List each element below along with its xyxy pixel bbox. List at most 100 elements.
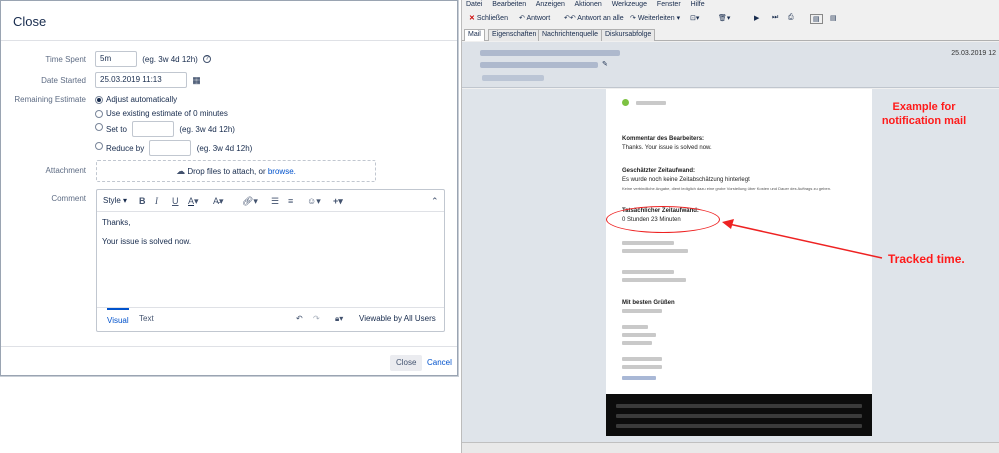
previous-icon[interactable]: ▶: [754, 14, 759, 22]
bullet-list-icon[interactable]: ☰: [271, 196, 279, 207]
redacted-line: [622, 309, 662, 313]
underline-icon[interactable]: U: [172, 196, 179, 206]
style-label: Style: [103, 196, 121, 205]
calendar-icon[interactable]: ▦: [192, 75, 201, 86]
link-icon[interactable]: 🔗︎▾: [242, 196, 258, 207]
comment-line-2: Your issue is solved now.: [102, 237, 192, 246]
subject-redacted: [480, 62, 598, 68]
comment-body: Thanks. Your issue is solved now.: [622, 145, 712, 151]
menu-fenster[interactable]: Fenster: [657, 1, 681, 8]
style-dropdown[interactable]: Style ▾: [103, 196, 127, 205]
bold-icon[interactable]: B: [139, 196, 146, 206]
radio-use-existing[interactable]: [95, 109, 103, 118]
estimate-text: Es wurde noch keine Zeitabschätzung hint…: [622, 177, 750, 183]
reduce-by-input[interactable]: [149, 140, 192, 156]
annotation-example-line1: Example for: [892, 101, 956, 113]
remaining-option-existing[interactable]: Use existing estimate of 0 minutes: [95, 109, 228, 118]
remaining-option-auto[interactable]: Adjust automatically: [95, 95, 177, 104]
more-formatting-icon[interactable]: A̶▾: [213, 196, 224, 207]
set-to-input[interactable]: [132, 121, 175, 137]
remaining-option-set[interactable]: Set to (eg. 3w 4d 12h): [95, 121, 235, 137]
close-mail-button[interactable]: ✕ Schließen: [469, 14, 508, 22]
footer-redacted: [616, 424, 862, 428]
redacted-line: [622, 357, 662, 361]
print-icon[interactable]: ⎙: [788, 14, 794, 22]
tab-nachrichtenquelle[interactable]: Nachrichtenquelle: [538, 29, 603, 41]
upload-cloud-icon: ☁: [176, 166, 186, 176]
menu-bar: Datei Bearbeiten Anzeigen Aktionen Werkz…: [462, 0, 999, 10]
mail-header: ✎ 25.03.2019 12: [462, 42, 999, 88]
cancel-button[interactable]: Cancel: [421, 355, 458, 371]
redacted-line: [622, 365, 662, 369]
view-html-icon[interactable]: ▤: [810, 14, 823, 24]
comment-line-1: Thanks,: [102, 218, 131, 227]
menu-bearbeiten[interactable]: Bearbeiten: [492, 1, 526, 8]
close-button[interactable]: Close: [390, 355, 423, 371]
tab-eigenschaften[interactable]: Eigenschaften: [488, 29, 541, 41]
reply-all-button[interactable]: ↶↶ Antwort an alle: [564, 14, 624, 22]
visibility-selector[interactable]: Viewable by All Users: [359, 314, 436, 323]
view-text-icon[interactable]: ▤: [830, 14, 837, 22]
collapse-toolbar-icon[interactable]: ⌃: [431, 196, 439, 207]
tab-visual[interactable]: Visual: [107, 308, 129, 325]
lock-icon[interactable]: 🔒︎▾: [335, 314, 343, 324]
comment-text[interactable]: Thanks, Your issue is solved now.: [97, 212, 444, 262]
menu-anzeigen[interactable]: Anzeigen: [536, 1, 565, 8]
redacted-line: [622, 241, 674, 245]
sender-redacted: [480, 50, 620, 56]
date-started-label: Date Started: [41, 76, 86, 85]
redacted-line: [622, 270, 674, 274]
emoji-icon[interactable]: ☺▾: [307, 196, 321, 207]
save-icon[interactable]: ⊡▾: [690, 14, 699, 22]
annotation-example-line2: notification mail: [881, 115, 967, 127]
edit-pencil-icon[interactable]: ✎: [602, 60, 608, 68]
menu-datei[interactable]: Datei: [466, 1, 482, 8]
reply-label: Antwort: [526, 15, 551, 22]
time-spent-input[interactable]: 5m: [95, 51, 137, 67]
tab-diskursabfolge[interactable]: Diskursabfolge: [601, 29, 656, 41]
reduce-by-hint: (eg. 3w 4d 12h): [196, 143, 253, 153]
close-dialog: Close Time Spent 5m (eg. 3w 4d 12h) ? Da…: [0, 0, 458, 376]
reply-all-label: Antwort an alle: [577, 15, 624, 22]
forward-button[interactable]: ↷ Weiterleiten ▾: [630, 14, 680, 22]
menu-aktionen[interactable]: Aktionen: [574, 1, 601, 8]
forward-label: Weiterleiten: [637, 15, 675, 22]
insert-more-icon[interactable]: +▾: [333, 196, 343, 207]
radio-reduce-by[interactable]: [95, 142, 103, 150]
undo-icon[interactable]: ↶: [296, 314, 303, 323]
recipient-redacted: [482, 75, 544, 81]
help-icon[interactable]: ?: [203, 55, 212, 63]
comment-editor[interactable]: Style ▾ B I U A▾ A̶▾ 🔗︎▾ ☰ ≡ ☺▾ +▾ ⌃ Tha…: [96, 189, 445, 332]
reply-button[interactable]: ↶ Antwort: [519, 14, 550, 22]
reply-icon: ↶: [519, 15, 525, 22]
radio-label: Use existing estimate of 0 minutes: [106, 109, 228, 119]
annotation-example: Example for notification mail: [868, 100, 980, 128]
remaining-option-reduce[interactable]: Reduce by (eg. 3w 4d 12h): [95, 140, 252, 156]
mail-content: Kommentar des Bearbeiters: Thanks. Your …: [606, 89, 872, 436]
date-started-input[interactable]: 25.03.2019 11:13: [95, 72, 187, 88]
menu-werkzeuge[interactable]: Werkzeuge: [612, 1, 647, 8]
attach-text: Drop files to attach, or: [187, 167, 266, 176]
radio-set-to[interactable]: [95, 123, 103, 131]
tab-mail[interactable]: Mail: [464, 29, 485, 41]
comment-title: Kommentar des Bearbeiters:: [622, 136, 705, 142]
radio-adjust-auto[interactable]: [95, 95, 103, 104]
menu-hilfe[interactable]: Hilfe: [691, 1, 705, 8]
attachment-dropzone[interactable]: ☁ Drop files to attach, or browse.: [96, 160, 376, 182]
dialog-footer: Close Cancel: [1, 346, 457, 376]
redo-icon[interactable]: ↷: [313, 314, 320, 323]
delete-icon[interactable]: 🗑︎▾: [718, 14, 730, 22]
numbered-list-icon[interactable]: ≡: [288, 196, 293, 206]
highlight-ellipse: [606, 206, 720, 233]
dialog-title: Close: [1, 1, 457, 41]
redacted-line: [622, 278, 686, 282]
close-x-icon: ✕: [469, 15, 475, 22]
italic-icon[interactable]: I: [155, 196, 158, 206]
next-icon[interactable]: ⏭: [772, 14, 778, 22]
radio-label: Reduce by: [106, 143, 145, 153]
status-dot: [622, 99, 629, 106]
text-color-icon[interactable]: A▾: [188, 196, 199, 207]
tab-text[interactable]: Text: [139, 314, 154, 323]
radio-label: Adjust automatically: [106, 95, 178, 105]
browse-link[interactable]: browse.: [268, 167, 296, 176]
